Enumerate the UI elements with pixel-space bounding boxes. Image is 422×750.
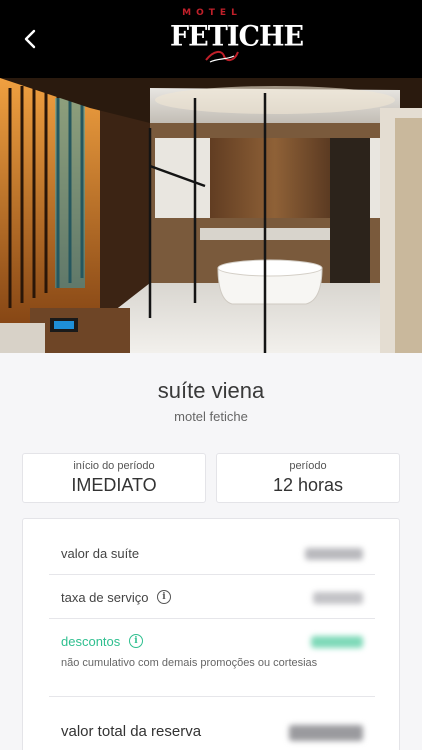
discounts-note: não cumulativo com demais promoções ou c… [61, 657, 318, 669]
service-fee-info-icon[interactable]: i [157, 590, 171, 604]
room-name: suíte viena [157, 378, 265, 403]
motel-logo: MOTEL FETICHE [170, 8, 304, 66]
period-start-label: início do período [73, 460, 155, 472]
logo-swoosh-icon [205, 50, 239, 63]
chevron-left-icon [24, 29, 36, 49]
price-summary-card: valor da suíte taxa de serviço i descont… [22, 518, 400, 750]
period-start-value: IMEDIATO [71, 475, 157, 495]
logo-top-text: MOTEL [182, 8, 242, 18]
period-value: 12 horas [272, 475, 344, 495]
divider [49, 574, 375, 575]
room-photo [0, 78, 422, 353]
room-value-amount [305, 548, 363, 560]
period-start-box: início do período IMEDIATO [22, 453, 206, 503]
room-value-label: valor da suíte [61, 546, 140, 561]
service-fee-amount [313, 592, 363, 604]
total-amount [289, 725, 363, 741]
period-label: período [289, 460, 327, 472]
total-label: valor total da reserva [61, 723, 202, 740]
discounts-info-icon[interactable]: i [129, 634, 143, 648]
room-photo-carousel[interactable] [0, 78, 422, 353]
motel-name: motel fetiche [174, 409, 248, 424]
divider [49, 618, 375, 619]
back-button[interactable] [14, 22, 46, 56]
discounts-amount [311, 636, 363, 648]
service-fee-label: taxa de serviço [61, 590, 149, 605]
divider [49, 696, 375, 697]
app-header: MOTEL FETICHE [0, 0, 422, 78]
discounts-label: descontos [61, 634, 121, 649]
period-box: período 12 horas [216, 453, 400, 503]
